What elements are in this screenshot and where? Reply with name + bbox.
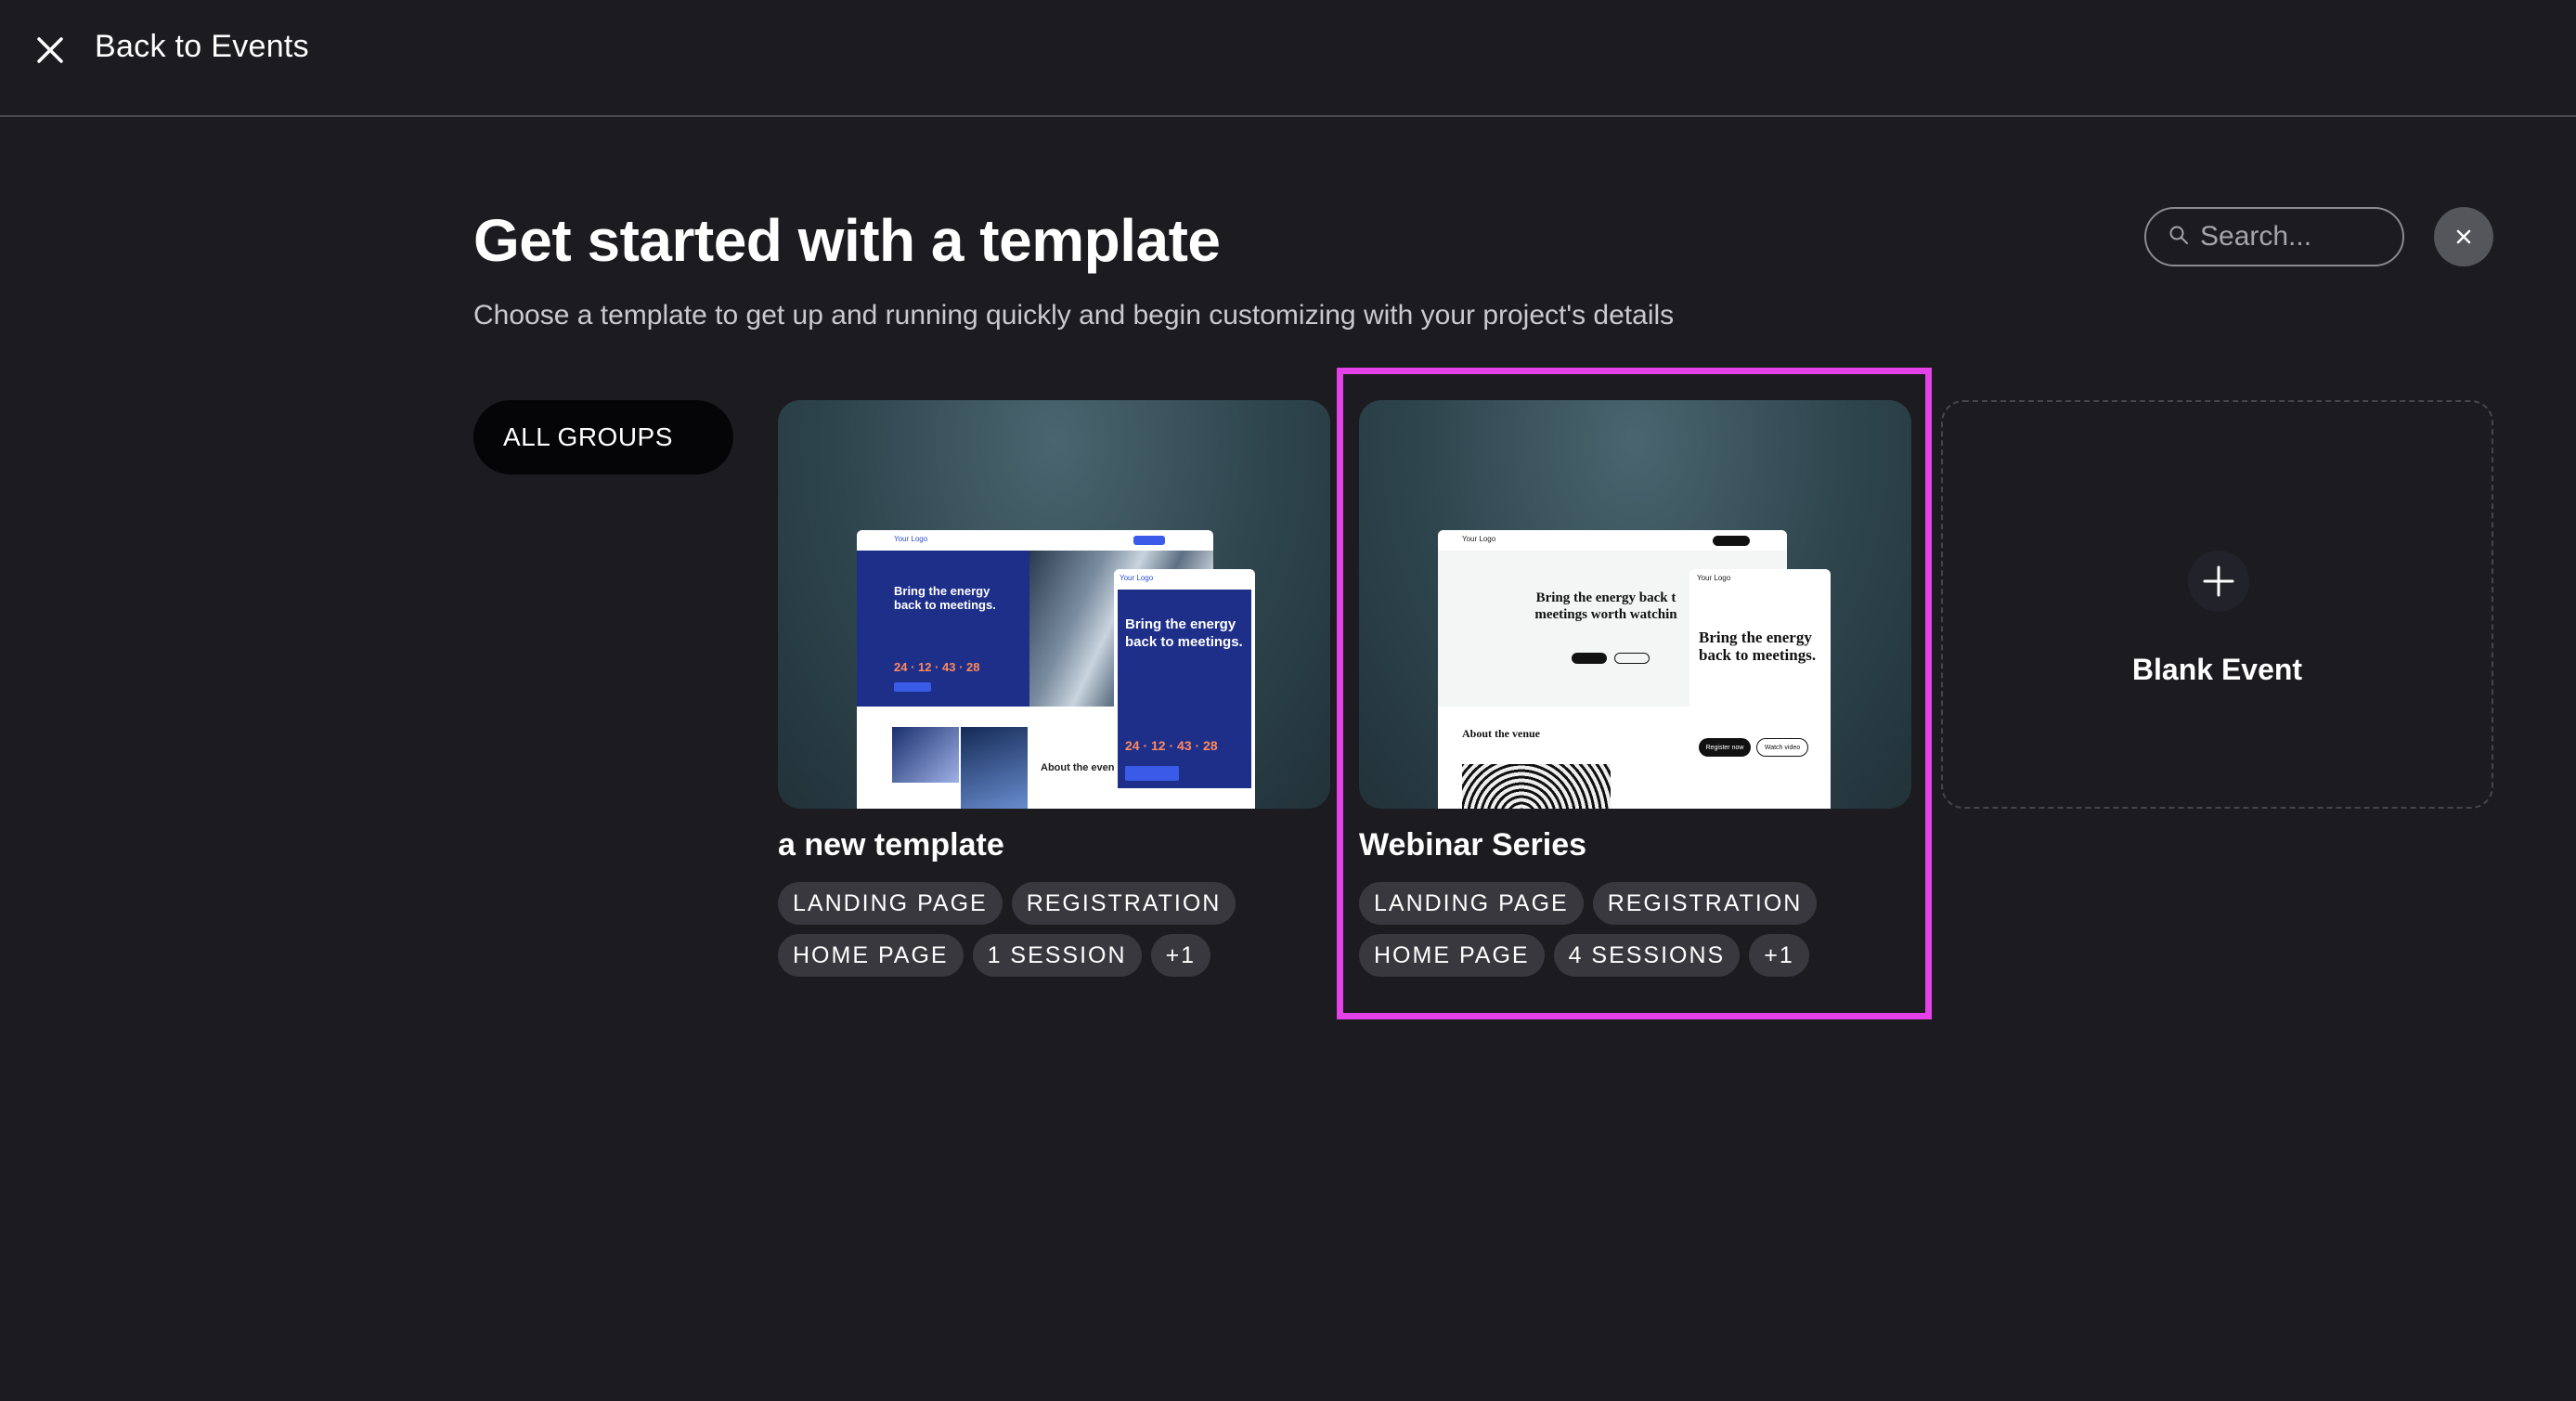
back-to-events-link[interactable]: Back to Events [95, 29, 309, 65]
top-bar: Back to Events [0, 0, 2576, 117]
search-icon [2168, 225, 2189, 250]
mobile-preview: Your Logo Bring the energy back to meeti… [1114, 569, 1255, 809]
template-thumbnail: Your Logo Bring the energy back t meetin… [1359, 400, 1911, 809]
clear-search-button[interactable] [2434, 207, 2493, 266]
tag-badge: REGISTRATION [1011, 882, 1236, 925]
template-card[interactable]: Your Logo Bring the energy back to meeti… [778, 400, 1330, 977]
blank-event-label: Blank Event [2131, 653, 2303, 686]
tag-badge: REGISTRATION [1592, 882, 1818, 925]
search-input[interactable] [2200, 221, 2386, 253]
template-tags: LANDING PAGE REGISTRATION HOME PAGE 1 SE… [778, 882, 1261, 977]
template-thumbnail: Your Logo Bring the energy back to meeti… [778, 400, 1330, 809]
tag-badge: +1 [1150, 934, 1211, 977]
tag-badge: HOME PAGE [1359, 934, 1545, 977]
blank-event-card[interactable]: Blank Event [1941, 400, 2493, 809]
page-title: Get started with a template [473, 207, 1221, 274]
page-subtitle: Choose a template to get up and running … [473, 300, 1675, 331]
all-groups-filter[interactable]: ALL GROUPS [473, 400, 733, 474]
template-title: a new template [778, 827, 1004, 863]
plus-icon [2188, 551, 2249, 612]
tag-badge: 4 SESSIONS [1553, 934, 1741, 977]
tag-badge: LANDING PAGE [1359, 882, 1584, 925]
tag-badge: HOME PAGE [778, 934, 964, 977]
close-icon[interactable] [33, 33, 67, 67]
template-tags: LANDING PAGE REGISTRATION HOME PAGE 4 SE… [1359, 882, 1842, 977]
tag-badge: LANDING PAGE [778, 882, 1003, 925]
template-title: Webinar Series [1359, 827, 1587, 863]
close-icon [2456, 229, 2471, 244]
template-card[interactable]: Your Logo Bring the energy back t meetin… [1359, 400, 1911, 977]
tag-badge: 1 SESSION [972, 934, 1142, 977]
mobile-preview: Your Logo Bring the energy back to meeti… [1689, 569, 1831, 809]
search-box[interactable] [2144, 207, 2404, 266]
tag-badge: +1 [1749, 934, 1809, 977]
